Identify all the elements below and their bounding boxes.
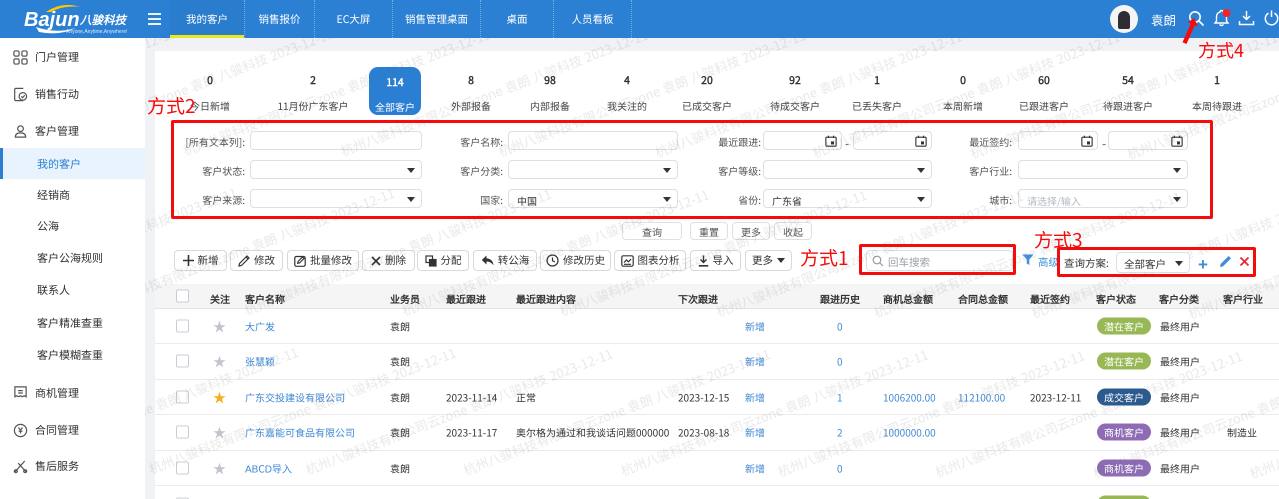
svg-text:Bajun: Bajun	[24, 9, 80, 31]
svg-text:八骏科技: 八骏科技	[79, 12, 127, 28]
svg-text:Anyone,Anytime,Anywhere!: Anyone,Anytime,Anywhere!	[66, 29, 127, 35]
